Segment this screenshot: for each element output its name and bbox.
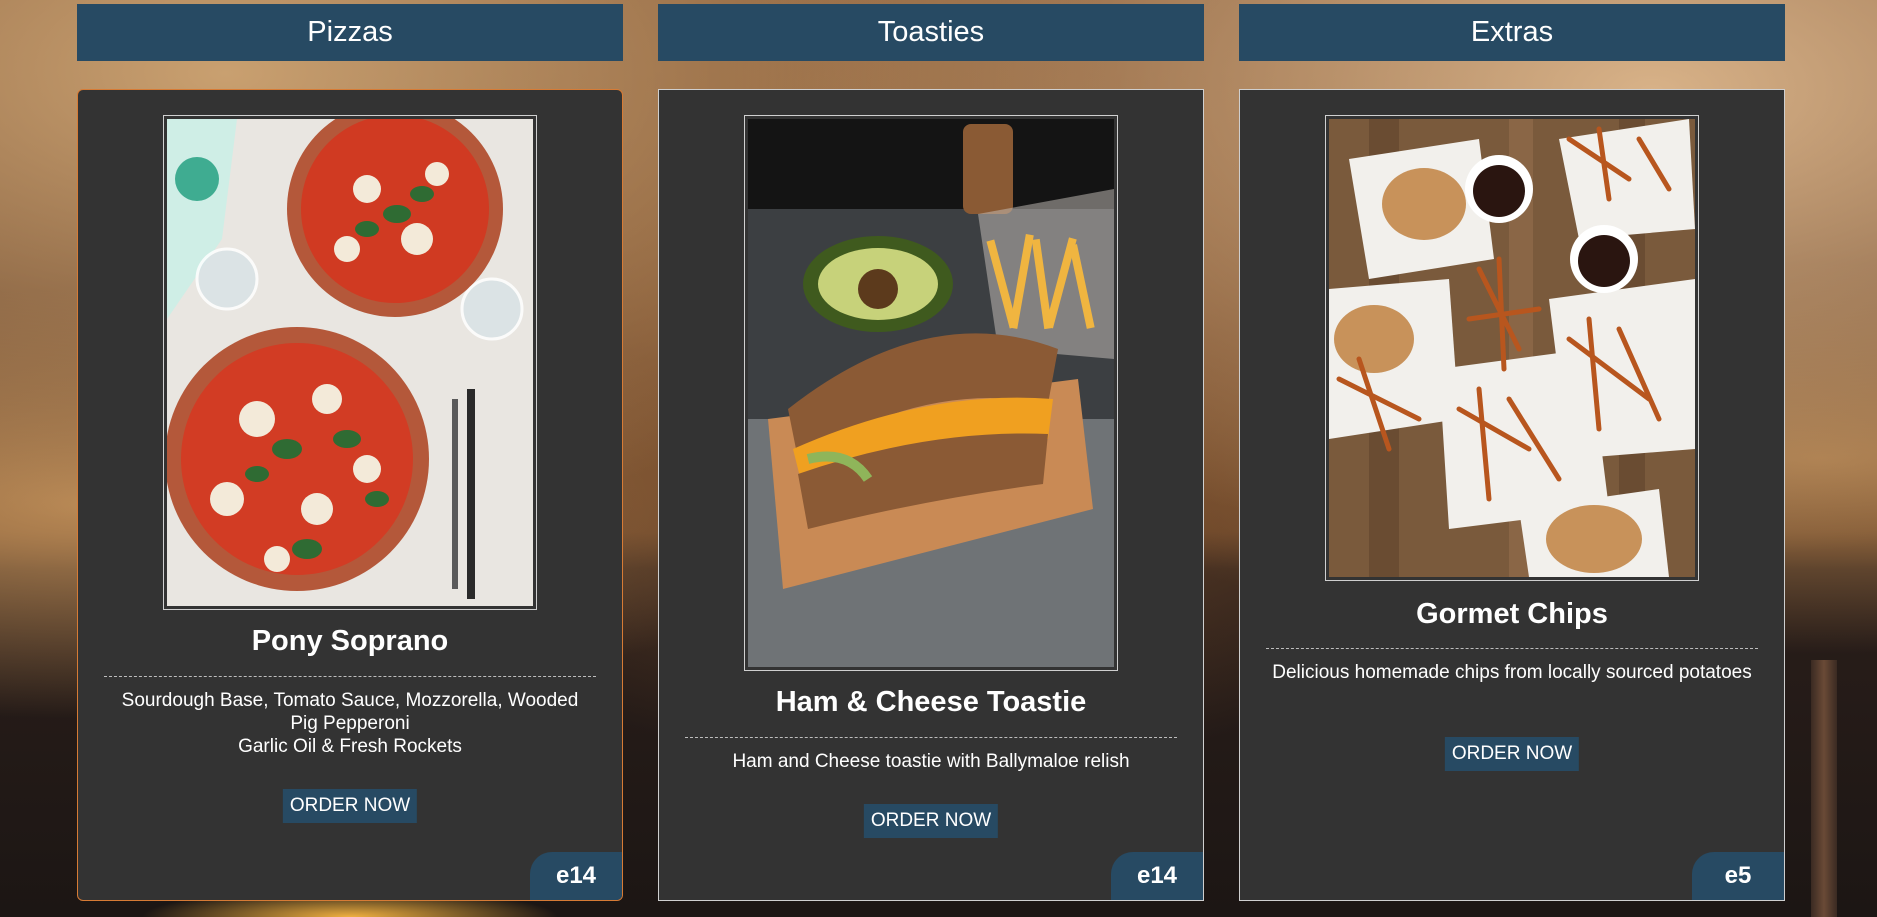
description-line: Sourdough Base, Tomato Sauce, Mozzorella… xyxy=(121,690,579,734)
category-header: Toasties xyxy=(658,4,1204,61)
pizza-photo-icon xyxy=(167,119,533,606)
item-description: Sourdough Base, Tomato Sauce, Mozzorella… xyxy=(108,689,592,758)
menu-column-pizzas: Pizzas Pony Soprano Sourdough Base, Toma… xyxy=(77,4,623,901)
menu-column-toasties: Toasties Ham & Cheese Toastie Ham and Ch… xyxy=(658,4,1204,901)
menu-card[interactable]: Gormet Chips Delicious homemade chips fr… xyxy=(1239,89,1785,901)
item-description: Delicious homemade chips from locally so… xyxy=(1270,661,1754,684)
description-line: Delicious homemade chips from locally so… xyxy=(1272,662,1752,683)
photo-frame xyxy=(163,115,537,610)
menu-column-extras: Extras Gormet Chips Delicious homemade c… xyxy=(1239,4,1785,901)
order-now-button[interactable]: ORDER NOW xyxy=(1444,737,1580,771)
order-now-button[interactable]: ORDER NOW xyxy=(863,804,999,838)
item-description: Ham and Cheese toastie with Ballymaloe r… xyxy=(689,750,1173,773)
toastie-photo-icon xyxy=(748,119,1114,667)
photo-frame xyxy=(1325,115,1699,581)
price-badge: e5 xyxy=(1692,852,1784,900)
item-name: Ham & Cheese Toastie xyxy=(775,686,1087,718)
chips-photo-icon xyxy=(1329,119,1695,577)
item-name: Pony Soprano xyxy=(251,625,449,657)
menu-card[interactable]: Ham & Cheese Toastie Ham and Cheese toas… xyxy=(658,89,1204,901)
price-badge: e14 xyxy=(530,852,622,900)
photo-frame xyxy=(744,115,1118,671)
pizza-photo-icon xyxy=(167,119,533,606)
divider xyxy=(1266,648,1758,649)
divider xyxy=(685,737,1177,738)
menu-card[interactable]: Pony Soprano Sourdough Base, Tomato Sauc… xyxy=(77,89,623,901)
divider xyxy=(104,676,596,677)
toastie-photo-icon xyxy=(748,119,1114,667)
description-line: Ham and Cheese toastie with Ballymaloe r… xyxy=(732,751,1130,772)
order-now-button[interactable]: ORDER NOW xyxy=(282,789,418,823)
category-header: Extras xyxy=(1239,4,1785,61)
category-header: Pizzas xyxy=(77,4,623,61)
chips-photo-icon xyxy=(1329,119,1695,577)
price-badge: e14 xyxy=(1111,852,1203,900)
background-post xyxy=(1811,660,1837,917)
item-name: Gormet Chips xyxy=(1416,598,1608,630)
description-line: Garlic Oil & Fresh Rockets xyxy=(238,736,462,757)
